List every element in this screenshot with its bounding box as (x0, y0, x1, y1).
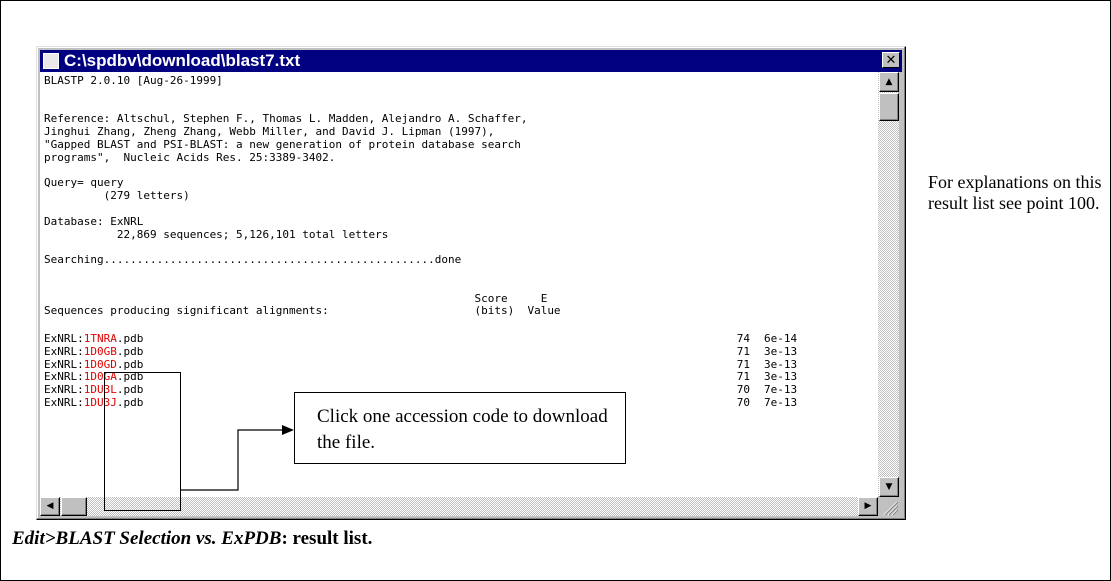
figure-caption: Edit>BLAST Selection vs. ExPDB: result l… (12, 528, 372, 550)
caption-rest: : result list. (281, 528, 373, 549)
side-note: For explanations on this result list see… (928, 172, 1102, 213)
caption-menu-path: Edit>BLAST Selection vs. ExPDB (12, 528, 282, 549)
callout-arrow (181, 425, 294, 491)
